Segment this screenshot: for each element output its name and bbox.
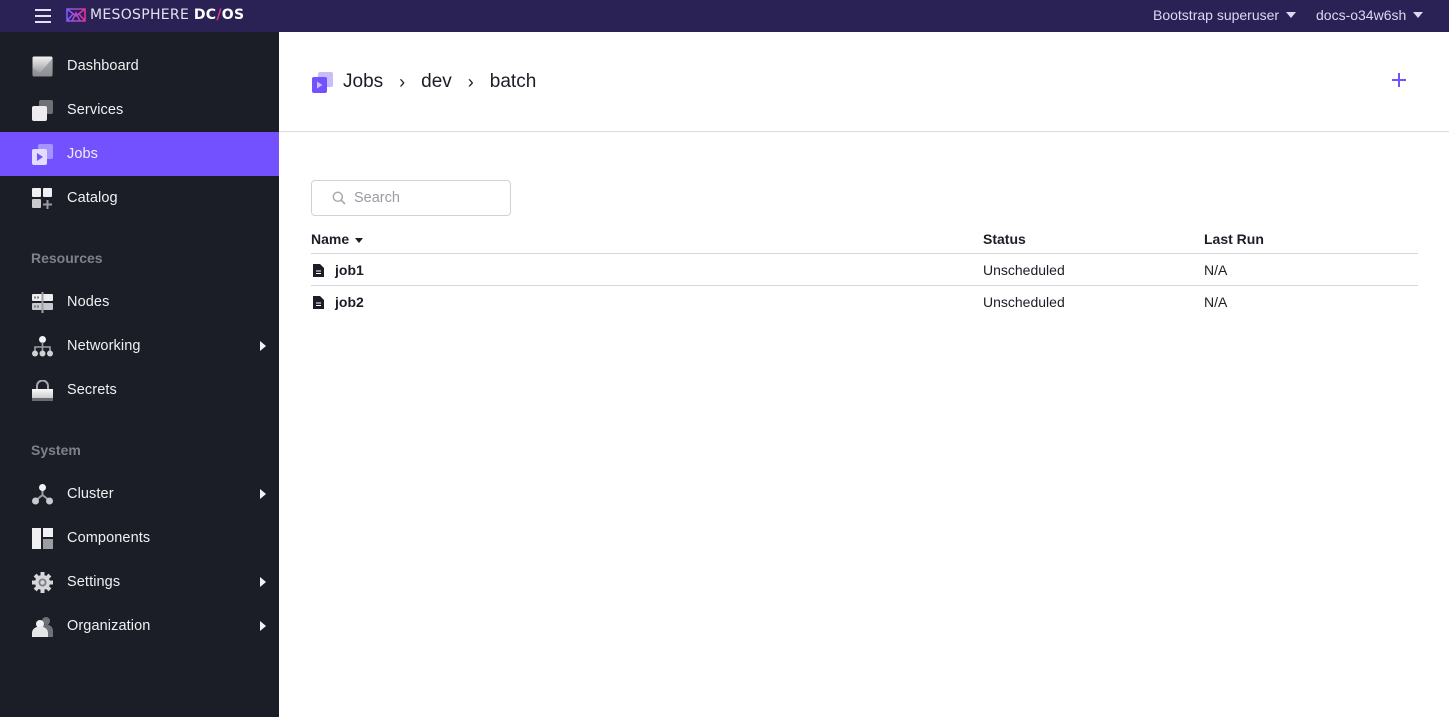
chevron-right-icon bbox=[260, 489, 266, 499]
chevron-right-icon bbox=[260, 621, 266, 631]
file-icon bbox=[313, 264, 324, 277]
services-icon bbox=[32, 100, 53, 121]
sidebar-item-catalog[interactable]: Catalog bbox=[0, 176, 279, 220]
breadcrumb-dev[interactable]: dev bbox=[421, 71, 452, 93]
chevron-right-icon bbox=[260, 577, 266, 587]
catalog-icon bbox=[32, 188, 52, 209]
sidebar-item-components[interactable]: Components bbox=[0, 516, 279, 560]
components-icon bbox=[32, 528, 53, 549]
chevron-right-icon bbox=[260, 341, 266, 351]
job-last-run: N/A bbox=[1204, 294, 1228, 310]
sidebar-item-dashboard[interactable]: Dashboard bbox=[0, 44, 279, 88]
table-header: Name Status Last Run bbox=[311, 228, 1418, 254]
top-bar: MESOSPHERE DC/OS Bootstrap superuser doc… bbox=[0, 0, 1449, 32]
logo[interactable]: MESOSPHERE DC/OS bbox=[66, 6, 244, 24]
column-header-status[interactable]: Status bbox=[983, 231, 1026, 247]
jobs-table: Name Status Last Run job1 Unscheduled N/… bbox=[311, 228, 1418, 318]
dashboard-icon bbox=[32, 56, 53, 77]
job-status: Unscheduled bbox=[983, 262, 1065, 278]
cluster-icon bbox=[32, 484, 53, 505]
breadcrumb-jobs[interactable]: Jobs bbox=[343, 71, 383, 93]
sidebar-item-jobs[interactable]: Jobs bbox=[0, 132, 279, 176]
sidebar-item-services[interactable]: Services bbox=[0, 88, 279, 132]
job-name-link[interactable]: job2 bbox=[335, 294, 364, 310]
logo-text: MESOSPHERE DC/OS bbox=[90, 7, 245, 23]
section-heading-system: System bbox=[31, 442, 81, 458]
sidebar: Dashboard Services Jobs Catalog Resource… bbox=[0, 32, 279, 717]
sidebar-item-organization[interactable]: Organization bbox=[0, 604, 279, 648]
search-icon bbox=[332, 191, 346, 205]
breadcrumb-batch[interactable]: batch bbox=[490, 71, 536, 93]
plus-icon[interactable] bbox=[1391, 72, 1407, 88]
main-content: Jobs › dev › batch Name Status Last Run … bbox=[279, 32, 1449, 717]
breadcrumb-separator: › bbox=[399, 71, 406, 92]
sidebar-item-secrets[interactable]: Secrets bbox=[0, 368, 279, 412]
table-row[interactable]: job2 Unscheduled N/A bbox=[311, 286, 1418, 318]
column-header-name[interactable]: Name bbox=[311, 231, 364, 247]
jobs-icon bbox=[32, 144, 53, 165]
section-heading-resources: Resources bbox=[31, 250, 103, 266]
jobs-icon bbox=[312, 71, 333, 93]
table-row[interactable]: job1 Unscheduled N/A bbox=[311, 254, 1418, 286]
job-name-link[interactable]: job1 bbox=[335, 262, 364, 278]
users-icon bbox=[32, 617, 53, 637]
breadcrumb-separator: › bbox=[467, 71, 474, 92]
sidebar-item-nodes[interactable]: Nodes bbox=[0, 280, 279, 324]
hamburger-icon[interactable] bbox=[35, 9, 51, 23]
mesosphere-logo-icon bbox=[66, 8, 86, 22]
sort-desc-icon bbox=[355, 237, 364, 243]
sidebar-item-cluster[interactable]: Cluster bbox=[0, 472, 279, 516]
column-header-last-run[interactable]: Last Run bbox=[1204, 231, 1264, 247]
caret-down-icon bbox=[1286, 12, 1297, 18]
file-icon bbox=[313, 296, 324, 309]
cluster-menu[interactable]: docs-o34w6sh bbox=[1316, 7, 1424, 23]
breadcrumb: Jobs › dev › batch bbox=[312, 71, 536, 93]
nodes-icon bbox=[32, 292, 53, 313]
user-menu[interactable]: Bootstrap superuser bbox=[1153, 7, 1297, 23]
search-input[interactable] bbox=[354, 188, 504, 208]
gear-icon bbox=[32, 572, 53, 593]
networking-icon bbox=[32, 336, 53, 357]
job-last-run: N/A bbox=[1204, 262, 1228, 278]
cluster-label: docs-o34w6sh bbox=[1316, 7, 1407, 23]
sidebar-item-settings[interactable]: Settings bbox=[0, 560, 279, 604]
caret-down-icon bbox=[1413, 12, 1424, 18]
page-header: Jobs › dev › batch bbox=[279, 32, 1449, 132]
job-status: Unscheduled bbox=[983, 294, 1065, 310]
lock-icon bbox=[32, 380, 53, 401]
search-field[interactable] bbox=[311, 180, 511, 216]
sidebar-item-networking[interactable]: Networking bbox=[0, 324, 279, 368]
user-label: Bootstrap superuser bbox=[1153, 7, 1280, 23]
